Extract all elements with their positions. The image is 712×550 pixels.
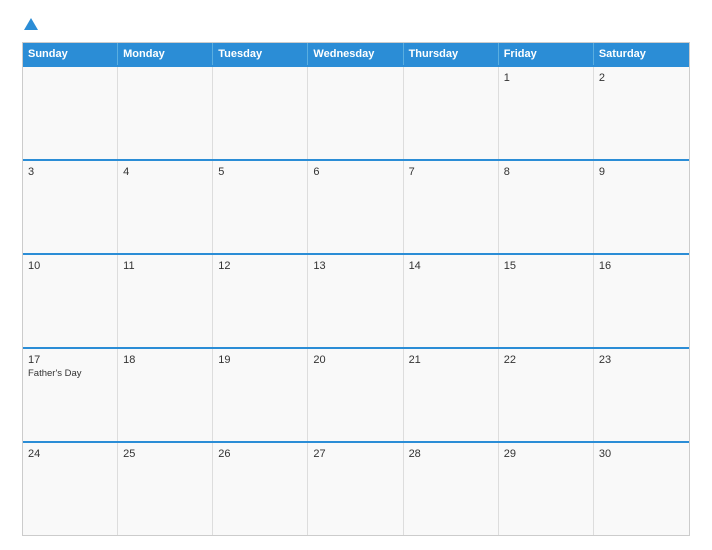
calendar-cell: 17 Father's Day — [23, 349, 118, 441]
logo-triangle-icon — [24, 18, 38, 30]
calendar-cell — [308, 67, 403, 159]
calendar-cell: 5 — [213, 161, 308, 253]
weekday-header: Saturday — [594, 43, 689, 65]
calendar-cell: 22 — [499, 349, 594, 441]
calendar-cell: 1 — [499, 67, 594, 159]
calendar-week: 10 11 12 13 14 15 16 — [23, 253, 689, 347]
day-number: 27 — [313, 448, 397, 460]
day-number: 19 — [218, 354, 302, 366]
day-number: 28 — [409, 448, 493, 460]
weekday-header: Friday — [499, 43, 594, 65]
day-number: 7 — [409, 166, 493, 178]
calendar-cell: 8 — [499, 161, 594, 253]
calendar-week: 3456789 — [23, 159, 689, 253]
calendar-cell — [213, 67, 308, 159]
calendar-cell: 16 — [594, 255, 689, 347]
calendar-cell: 19 — [213, 349, 308, 441]
weekday-header: Tuesday — [213, 43, 308, 65]
weekday-header: Monday — [118, 43, 213, 65]
day-number: 12 — [218, 260, 302, 272]
day-number: 14 — [409, 260, 493, 272]
day-number: 18 — [123, 354, 207, 366]
day-number: 11 — [123, 260, 207, 272]
weekday-header: Thursday — [404, 43, 499, 65]
calendar-cell: 3 — [23, 161, 118, 253]
day-number: 21 — [409, 354, 493, 366]
calendar-cell: 28 — [404, 443, 499, 535]
day-number: 30 — [599, 448, 684, 460]
day-number: 2 — [599, 72, 684, 84]
weekday-header: Sunday — [23, 43, 118, 65]
calendar-cell: 15 — [499, 255, 594, 347]
calendar-cell — [23, 67, 118, 159]
day-number: 29 — [504, 448, 588, 460]
calendar-cell: 24 — [23, 443, 118, 535]
day-number: 4 — [123, 166, 207, 178]
event-label: Father's Day — [28, 368, 112, 379]
calendar-cell: 12 — [213, 255, 308, 347]
logo — [22, 18, 38, 32]
calendar-cell: 27 — [308, 443, 403, 535]
day-number: 26 — [218, 448, 302, 460]
day-number: 17 — [28, 354, 112, 366]
header — [22, 18, 690, 32]
day-number: 24 — [28, 448, 112, 460]
day-number: 15 — [504, 260, 588, 272]
day-number: 16 — [599, 260, 684, 272]
calendar-cell: 25 — [118, 443, 213, 535]
calendar-cell: 6 — [308, 161, 403, 253]
calendar-cell: 29 — [499, 443, 594, 535]
day-number: 13 — [313, 260, 397, 272]
calendar-cell: 23 — [594, 349, 689, 441]
day-number: 23 — [599, 354, 684, 366]
day-number: 20 — [313, 354, 397, 366]
day-number: 8 — [504, 166, 588, 178]
calendar-cell: 7 — [404, 161, 499, 253]
calendar-header: SundayMondayTuesdayWednesdayThursdayFrid… — [23, 43, 689, 65]
day-number: 9 — [599, 166, 684, 178]
calendar-cell: 9 — [594, 161, 689, 253]
calendar-body: 1234567891011121314151617Father's Day181… — [23, 65, 689, 535]
calendar-cell: 13 — [308, 255, 403, 347]
calendar-cell — [118, 67, 213, 159]
calendar-cell: 18 — [118, 349, 213, 441]
day-number: 3 — [28, 166, 112, 178]
day-number: 22 — [504, 354, 588, 366]
calendar-cell: 26 — [213, 443, 308, 535]
page: SundayMondayTuesdayWednesdayThursdayFrid… — [0, 0, 712, 550]
calendar-cell: 14 — [404, 255, 499, 347]
day-number: 25 — [123, 448, 207, 460]
calendar-cell: 10 — [23, 255, 118, 347]
calendar-cell: 2 — [594, 67, 689, 159]
day-number: 5 — [218, 166, 302, 178]
day-number: 1 — [504, 72, 588, 84]
calendar-cell: 11 — [118, 255, 213, 347]
calendar-cell: 20 — [308, 349, 403, 441]
calendar-week: 17 Father's Day 18 19 20 21 22 23 — [23, 347, 689, 441]
calendar-week: 12 — [23, 65, 689, 159]
calendar-cell — [404, 67, 499, 159]
calendar-cell: 30 — [594, 443, 689, 535]
day-number: 10 — [28, 260, 112, 272]
calendar-week: 24 25 26 27 28 29 30 — [23, 441, 689, 535]
calendar-cell: 21 — [404, 349, 499, 441]
day-number: 6 — [313, 166, 397, 178]
calendar: SundayMondayTuesdayWednesdayThursdayFrid… — [22, 42, 690, 536]
weekday-header: Wednesday — [308, 43, 403, 65]
calendar-cell: 4 — [118, 161, 213, 253]
